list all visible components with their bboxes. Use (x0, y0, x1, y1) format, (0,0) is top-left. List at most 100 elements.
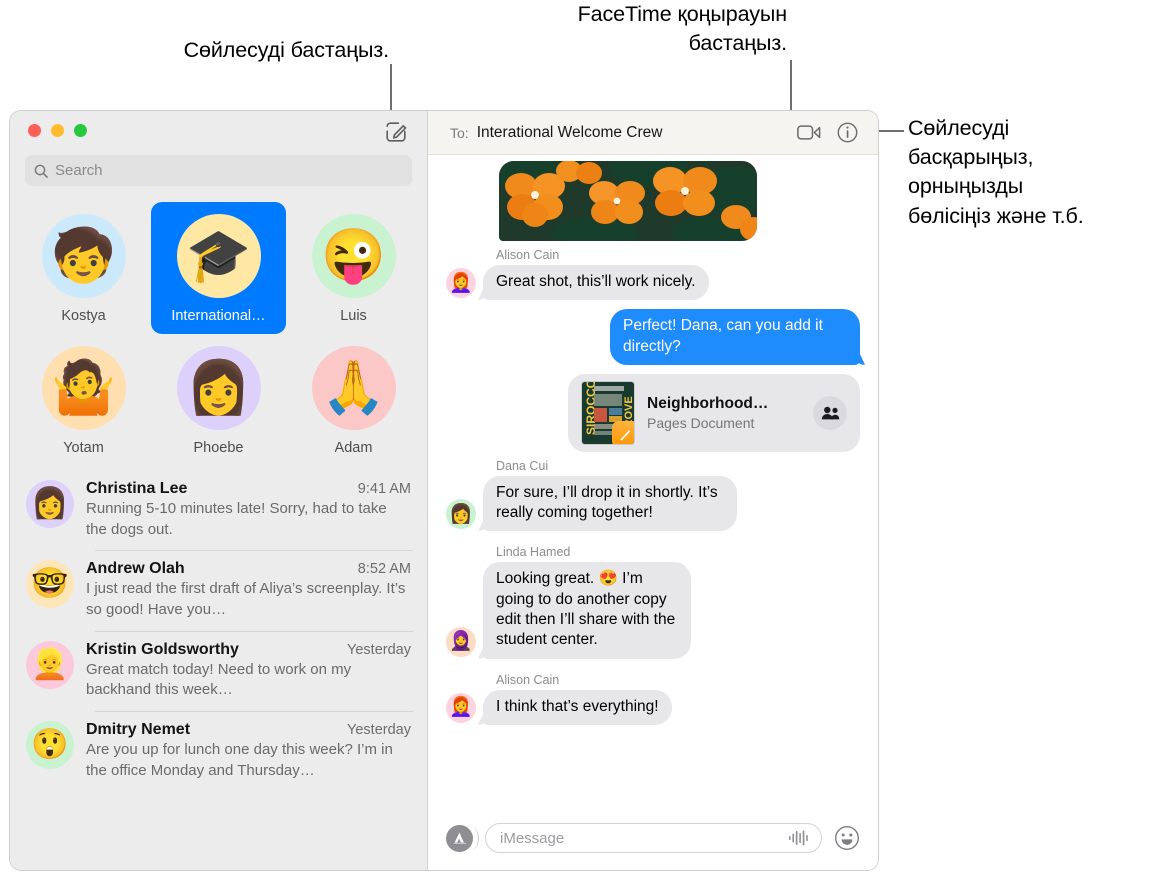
avatar: 😜 (311, 214, 396, 298)
message-composer: iMessage (428, 806, 878, 870)
message-row: Perfect! Dana, can you add it directly? (446, 309, 860, 365)
pinned-item-yotam[interactable]: 🤷 Yotam (16, 334, 151, 466)
photo-message-row (446, 161, 860, 241)
audio-waveform-icon[interactable] (788, 830, 810, 846)
list-item[interactable]: 🤓 Andrew Olah 8:52 AM I just read the fi… (10, 550, 427, 630)
list-item-body: Christina Lee 9:41 AM Running 5-10 minut… (86, 480, 411, 540)
avatar: 👱 (26, 640, 74, 689)
contact-name: Christina Lee (86, 480, 188, 497)
message-column: Alison Cain Great shot, this’ll work nic… (483, 243, 709, 301)
pinned-item-label: Adam (334, 440, 373, 456)
pinned-item-label: Kostya (61, 308, 106, 324)
pinned-item-kostya[interactable]: 🧒 Kostya (16, 202, 151, 334)
sender-name: Alison Cain (496, 248, 560, 262)
avatar: 🤓 (26, 560, 74, 609)
callout-leader-top (790, 60, 792, 115)
list-item-body: Kristin Goldsworthy Yesterday Great matc… (86, 641, 411, 701)
video-camera-icon[interactable] (794, 120, 824, 146)
avatar: 🧒 (41, 214, 126, 298)
message-column: Dana Cui For sure, I’ll drop it in short… (483, 454, 737, 532)
message-column: Perfect! Dana, can you add it directly? (610, 309, 860, 365)
pinned-item-label: International… (171, 308, 266, 324)
message-bubble[interactable]: For sure, I’ll drop it in shortly. It’s … (483, 475, 737, 532)
message-column: Alison Cain I think that’s everything! (483, 668, 672, 725)
callout-start-conversation: Сөйлесуді бастаңыз. (183, 38, 390, 62)
message-row: 👩 Dana Cui For sure, I’ll drop it in sho… (446, 454, 860, 532)
message-input[interactable]: iMessage (485, 823, 822, 853)
list-item-body: Andrew Olah 8:52 AM I just read the firs… (86, 560, 411, 620)
smiley-icon[interactable] (834, 825, 860, 851)
conversation-list: 👩 Christina Lee 9:41 AM Running 5-10 min… (10, 470, 427, 870)
list-item[interactable]: 👱 Kristin Goldsworthy Yesterday Great ma… (10, 630, 427, 711)
list-item[interactable]: 😲 Dmitry Nemet Yesterday Are you up for … (10, 711, 427, 791)
app-store-icon[interactable] (446, 824, 479, 852)
minimize-button[interactable] (51, 124, 64, 137)
list-item-header: Dmitry Nemet Yesterday (86, 721, 411, 739)
message-bubble[interactable]: Perfect! Dana, can you add it directly? (610, 309, 860, 365)
people-icon[interactable] (813, 395, 847, 430)
message-bubble[interactable]: Great shot, this’ll work nicely. (483, 265, 709, 301)
document-meta: Neighborhood… Pages Document (647, 395, 800, 431)
message-bubble[interactable]: I think that’s everything! (483, 689, 672, 725)
sender-name: Alison Cain (496, 672, 560, 687)
message-preview: Are you up for lunch one day this week? … (86, 741, 393, 779)
message-placeholder: iMessage (500, 829, 565, 847)
message-preview: Great match today! Need to work on my ba… (86, 660, 352, 699)
message-row: 👩‍🦰 Alison Cain Great shot, this’ll work… (446, 243, 860, 301)
message-row: 🧕 Linda Hamed Looking great. 😍 I’m going… (446, 540, 860, 659)
avatar: 👩 (446, 499, 476, 530)
callout-leader-left (390, 64, 392, 118)
pinned-item-phoebe[interactable]: 👩 Phoebe (151, 334, 286, 466)
search-placeholder: Search (55, 162, 103, 179)
sidebar: Search 🧒 Kostya 🎓 International… 😜 Luis (10, 111, 428, 870)
avatar: 👩 (26, 480, 74, 528)
pages-app-icon (612, 420, 634, 444)
document-title: Neighborhood… (647, 394, 769, 412)
timestamp: Yesterday (347, 722, 411, 739)
message-row: 👩‍🦰 Alison Cain I think that’s everythin… (446, 668, 860, 725)
timestamp: 8:52 AM (357, 561, 411, 578)
list-item[interactable]: 👩 Christina Lee 9:41 AM Running 5-10 min… (10, 470, 427, 550)
timestamp: Yesterday (347, 641, 411, 658)
conversation-pane: To: Interational Welcome Crew (428, 111, 878, 870)
avatar: 👩 (176, 346, 261, 430)
messages-window: Search 🧒 Kostya 🎓 International… 😜 Luis (10, 111, 878, 870)
info-circle-icon[interactable] (832, 120, 862, 146)
search-input[interactable]: Search (25, 155, 412, 186)
search-icon (34, 164, 48, 178)
pinned-item-adam[interactable]: 🙏 Adam (286, 334, 421, 466)
avatar: 👩‍🦰 (446, 268, 476, 299)
photo-attachment[interactable] (499, 161, 757, 241)
pinned-item-international[interactable]: 🎓 International… (151, 202, 286, 334)
document-message-row: SIROCCO GROVE Neighborhood… Pages Docume… (446, 373, 860, 452)
maximize-button[interactable] (74, 124, 87, 137)
window-titlebar (10, 111, 427, 155)
pinned-item-label: Yotam (63, 440, 104, 456)
sender-name: Linda Hamed (496, 545, 571, 560)
search-container: Search (10, 155, 427, 196)
callout-manage-conversation: Сөйлесуді басқарыңыз, орныңызды бөлісіңі… (908, 116, 1084, 228)
compose-icon[interactable] (385, 121, 407, 143)
conversation-header: To: Interational Welcome Crew (428, 111, 878, 155)
callout-start-facetime: FaceTime қоңырауын бастаңыз. (577, 2, 787, 56)
document-attachment[interactable]: SIROCCO GROVE Neighborhood… Pages Docume… (568, 373, 860, 452)
message-bubble[interactable]: Looking great. 😍 I’m going to do another… (483, 562, 691, 659)
to-label: To: (450, 124, 469, 141)
message-preview: I just read the first draft of Aliya’s s… (86, 580, 406, 619)
recipient-name[interactable]: Interational Welcome Crew (477, 124, 663, 142)
pinned-item-label: Luis (340, 308, 367, 324)
contact-name: Dmitry Nemet (86, 721, 191, 739)
pinned-item-label: Phoebe (193, 440, 244, 456)
message-column: Linda Hamed Looking great. 😍 I’m going t… (483, 540, 691, 659)
list-item-header: Kristin Goldsworthy Yesterday (86, 641, 411, 659)
document-subtitle: Pages Document (647, 414, 755, 431)
close-button[interactable] (28, 124, 41, 137)
avatar: 👩‍🦰 (446, 692, 476, 723)
avatar: 🎓 (176, 214, 261, 298)
pinned-item-luis[interactable]: 😜 Luis (286, 202, 421, 334)
sender-name: Dana Cui (496, 458, 549, 473)
avatar: 😲 (26, 721, 74, 770)
document-thumbnail: SIROCCO GROVE (582, 381, 634, 444)
avatar: 🙏 (311, 346, 396, 430)
timestamp: 9:41 AM (357, 481, 411, 497)
